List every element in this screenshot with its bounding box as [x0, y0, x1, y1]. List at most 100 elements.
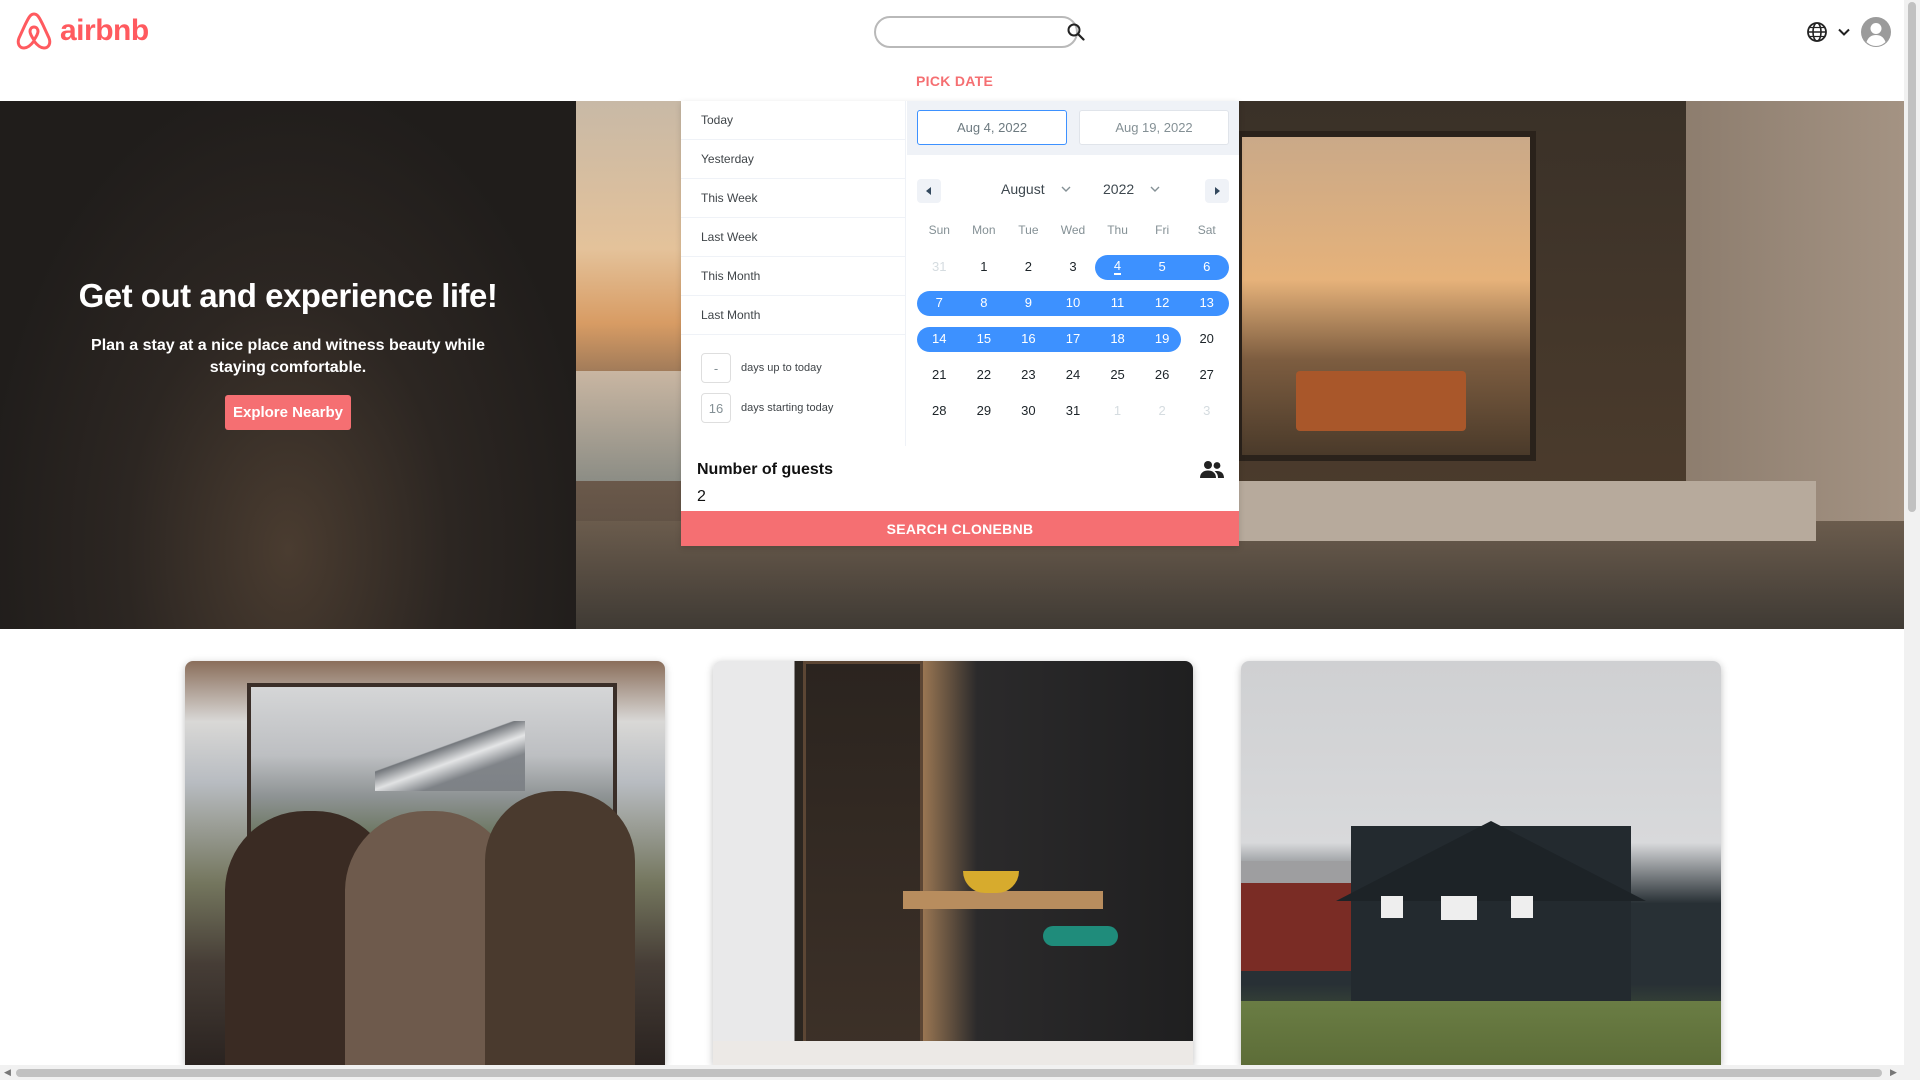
- weekday-label: Tue: [1018, 223, 1039, 237]
- calendar-week: 31 1 2 3 4 5 6: [917, 248, 1229, 284]
- year-select[interactable]: 2022: [1103, 181, 1160, 197]
- calendar-day[interactable]: 9: [1006, 284, 1051, 320]
- start-date-field[interactable]: Aug 4, 2022: [917, 110, 1067, 145]
- calendar-day[interactable]: 27: [1184, 356, 1229, 392]
- weekday-label: Fri: [1155, 223, 1170, 237]
- range-this-week[interactable]: This Week: [681, 179, 905, 218]
- user-avatar-icon[interactable]: [1860, 16, 1892, 48]
- calendar-day[interactable]: 29: [962, 392, 1007, 428]
- page: airbnb PICK DATE Get out and experience …: [0, 0, 1920, 1080]
- input-ranges: - days up to today 16 days starting toda…: [681, 348, 906, 428]
- calendar-day-start[interactable]: 4: [1095, 248, 1140, 284]
- range-last-week[interactable]: Last Week: [681, 218, 905, 257]
- calendar-day[interactable]: 20: [1184, 320, 1229, 356]
- calendar-day[interactable]: 15: [962, 320, 1007, 356]
- listing-card-kitchen[interactable]: [713, 661, 1193, 1065]
- prev-month-icon[interactable]: [917, 179, 941, 203]
- calendar-day-label: 4: [1113, 257, 1122, 275]
- calendar-day[interactable]: 31: [917, 248, 962, 284]
- calendar: Aug 4, 2022 Aug 19, 2022 August 2022 Sun…: [907, 101, 1239, 446]
- calendar-day[interactable]: 1: [962, 248, 1007, 284]
- guests-input[interactable]: [697, 488, 897, 506]
- calendar-week: 7 8 9 10 11 12 13: [917, 284, 1229, 320]
- header-search: [874, 16, 1085, 48]
- calendar-day[interactable]: 5: [1140, 248, 1185, 284]
- date-display: Aug 4, 2022 Aug 19, 2022: [907, 101, 1239, 155]
- listing-card-house[interactable]: [1241, 661, 1721, 1065]
- calendar-day[interactable]: 23: [1006, 356, 1051, 392]
- calendar-day[interactable]: 16: [1006, 320, 1051, 356]
- search-input[interactable]: [886, 20, 1067, 44]
- days-starting-today-input[interactable]: 16: [701, 393, 731, 423]
- calendar-day[interactable]: 21: [917, 356, 962, 392]
- range-yesterday[interactable]: Yesterday: [681, 140, 905, 179]
- calendar-day[interactable]: 1: [1095, 392, 1140, 428]
- month-navigation: August 2022: [907, 179, 1239, 203]
- calendar-day[interactable]: 10: [1051, 284, 1096, 320]
- calendar-day[interactable]: 18: [1095, 320, 1140, 356]
- vertical-scroll-thumb[interactable]: [1908, 2, 1916, 512]
- search-icon[interactable]: [1067, 20, 1085, 44]
- next-month-icon[interactable]: [1205, 179, 1229, 203]
- people-icon: [1199, 460, 1225, 485]
- year-select-value: 2022: [1103, 181, 1135, 197]
- static-ranges: Today Yesterday This Week Last Week This…: [681, 101, 906, 446]
- calendar-day[interactable]: 3: [1051, 248, 1096, 284]
- logo-text: airbnb: [60, 14, 149, 47]
- calendar-day[interactable]: 26: [1140, 356, 1185, 392]
- airbnb-logo-icon: [16, 12, 52, 50]
- calendar-day[interactable]: 22: [962, 356, 1007, 392]
- scroll-right-icon[interactable]: ▶: [1890, 1067, 1897, 1078]
- calendar-day[interactable]: 8: [962, 284, 1007, 320]
- days-up-to-today-input[interactable]: -: [701, 353, 731, 383]
- listing-card-train[interactable]: [185, 661, 665, 1065]
- scroll-left-icon[interactable]: ◀: [4, 1067, 11, 1078]
- chevron-down-icon[interactable]: [1836, 24, 1852, 40]
- calendar-day[interactable]: 14: [917, 320, 962, 356]
- airbnb-logo[interactable]: airbnb: [14, 10, 149, 52]
- range-today[interactable]: Today: [681, 101, 905, 140]
- search-clonebnb-button[interactable]: SEARCH CLONEBNB: [681, 511, 1239, 546]
- input-range-up-to-today: - days up to today: [681, 348, 906, 388]
- header-actions: [1806, 16, 1892, 48]
- month-select-value: August: [1001, 181, 1045, 197]
- hero-text: Get out and experience life! Plan a stay…: [0, 277, 576, 430]
- end-date-field[interactable]: Aug 19, 2022: [1079, 110, 1229, 145]
- calendar-day[interactable]: 17: [1051, 320, 1096, 356]
- guests-field: Number of guests: [681, 446, 1239, 511]
- chevron-down-icon: [1150, 186, 1160, 192]
- calendar-week: 14 15 16 17 18 19 20: [917, 320, 1229, 356]
- hero-subtitle: Plan a stay at a nice place and witness …: [91, 337, 485, 376]
- calendar-day-end[interactable]: 19: [1140, 320, 1185, 356]
- calendar-day[interactable]: 28: [917, 392, 962, 428]
- globe-icon[interactable]: [1806, 21, 1828, 43]
- calendar-day[interactable]: 2: [1006, 248, 1051, 284]
- weekday-header: Sun Mon Tue Wed Thu Fri Sat: [917, 223, 1229, 237]
- explore-nearby-button[interactable]: Explore Nearby: [224, 395, 352, 430]
- hero-title: Get out and experience life!: [78, 277, 498, 314]
- range-this-month[interactable]: This Month: [681, 257, 905, 296]
- calendar-day[interactable]: 11: [1095, 284, 1140, 320]
- calendar-days: 31 1 2 3 4 5 6 7 8 9 10 11 12 13 14 15 1…: [917, 248, 1229, 428]
- chevron-down-icon: [1061, 186, 1071, 192]
- horizontal-scrollbar[interactable]: ◀ ▶: [0, 1065, 1904, 1080]
- range-last-month[interactable]: Last Month: [681, 296, 905, 335]
- calendar-day[interactable]: 24: [1051, 356, 1096, 392]
- horizontal-scroll-thumb[interactable]: [16, 1069, 1882, 1077]
- calendar-day[interactable]: 7: [917, 284, 962, 320]
- weekday-label: Mon: [972, 223, 996, 237]
- calendar-day[interactable]: 12: [1140, 284, 1185, 320]
- calendar-day[interactable]: 25: [1095, 356, 1140, 392]
- calendar-day[interactable]: 2: [1140, 392, 1185, 428]
- month-select[interactable]: August: [1001, 181, 1071, 197]
- date-picker-panel: Today Yesterday This Week Last Week This…: [681, 101, 1239, 546]
- vertical-scrollbar[interactable]: [1904, 0, 1920, 1080]
- calendar-day[interactable]: 31: [1051, 392, 1096, 428]
- calendar-day[interactable]: 30: [1006, 392, 1051, 428]
- calendar-day[interactable]: 6: [1184, 248, 1229, 284]
- days-up-to-today-label: days up to today: [741, 362, 822, 374]
- calendar-day[interactable]: 3: [1184, 392, 1229, 428]
- calendar-day[interactable]: 13: [1184, 284, 1229, 320]
- input-range-starting-today: 16 days starting today: [681, 388, 906, 428]
- weekday-label: Wed: [1060, 223, 1086, 237]
